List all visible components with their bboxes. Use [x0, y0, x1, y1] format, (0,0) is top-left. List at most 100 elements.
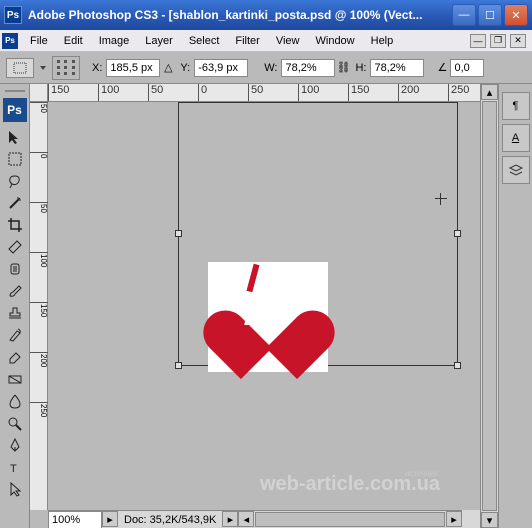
- vertical-scrollbar[interactable]: ▴ ▾: [480, 84, 498, 528]
- right-panels-dock: ¶ A: [498, 84, 532, 528]
- transform-handle-bottom-left[interactable]: [175, 362, 182, 369]
- angle-icon: ∠: [434, 60, 450, 76]
- menu-select[interactable]: Select: [181, 32, 228, 50]
- minimize-button[interactable]: —: [452, 4, 476, 26]
- triangle-icon[interactable]: △: [160, 60, 176, 76]
- title-bar: Ps Adobe Photoshop CS3 - [shablon_kartin…: [0, 0, 532, 30]
- blur-tool[interactable]: [3, 390, 27, 412]
- magic-wand-tool[interactable]: [3, 192, 27, 214]
- menu-window[interactable]: Window: [308, 32, 363, 50]
- panel-grip-icon[interactable]: [0, 88, 29, 94]
- close-button[interactable]: ✕: [504, 4, 528, 26]
- scroll-left-icon[interactable]: ◂: [238, 511, 254, 527]
- zoom-dropdown-icon[interactable]: ▸: [102, 511, 118, 527]
- scroll-right-icon[interactable]: ▸: [446, 511, 462, 527]
- options-bar: X: △ Y: W: ⛓ H: ∠: [0, 52, 532, 84]
- dropdown-icon[interactable]: [40, 66, 46, 70]
- canvas[interactable]: LOVE источник: web-article.com.ua: [48, 102, 480, 510]
- ruler-tick: 250: [30, 402, 48, 417]
- menu-edit[interactable]: Edit: [56, 32, 91, 50]
- love-text: LOVE: [244, 312, 289, 329]
- ruler-tick: 100: [30, 252, 48, 267]
- y-input[interactable]: [194, 59, 248, 77]
- character-panel-button[interactable]: ¶: [502, 92, 530, 120]
- tools-panel: Ps T: [0, 84, 30, 528]
- scroll-down-icon[interactable]: ▾: [481, 512, 498, 528]
- horizontal-ruler[interactable]: 150 100 50 0 50 100 150 200 250: [48, 84, 480, 102]
- maximize-button[interactable]: ☐: [478, 4, 502, 26]
- transform-center-icon[interactable]: [435, 193, 447, 205]
- type-tool[interactable]: T: [3, 456, 27, 478]
- x-label: X:: [92, 62, 102, 74]
- svg-text:T: T: [10, 463, 17, 475]
- menu-layer[interactable]: Layer: [137, 32, 181, 50]
- angle-input[interactable]: [450, 59, 484, 77]
- ruler-tick: 150: [48, 84, 69, 102]
- ruler-tick: 250: [448, 84, 469, 102]
- paragraph-panel-button[interactable]: A: [502, 124, 530, 152]
- history-brush-tool[interactable]: [3, 324, 27, 346]
- app-icon: Ps: [4, 6, 22, 24]
- slice-tool[interactable]: [3, 236, 27, 258]
- transform-handle-left[interactable]: [175, 230, 182, 237]
- menu-help[interactable]: Help: [363, 32, 402, 50]
- h-input[interactable]: [370, 59, 424, 77]
- ruler-tick: 200: [30, 352, 48, 367]
- menu-filter[interactable]: Filter: [227, 32, 267, 50]
- window-title: Adobe Photoshop CS3 - [shablon_kartinki_…: [28, 8, 450, 22]
- scroll-thumb-h[interactable]: [255, 512, 445, 527]
- scroll-thumb-v[interactable]: [482, 101, 497, 511]
- menu-file[interactable]: File: [22, 32, 56, 50]
- path-select-tool[interactable]: [3, 478, 27, 500]
- doc-close-button[interactable]: ✕: [510, 34, 526, 48]
- ruler-tick: 150: [348, 84, 369, 102]
- dodge-tool[interactable]: [3, 412, 27, 434]
- vertical-ruler[interactable]: 50 0 50 100 150 200 250: [30, 102, 48, 510]
- healing-brush-tool[interactable]: [3, 258, 27, 280]
- horizontal-scrollbar[interactable]: ▸ Doc: 35,2K/543,9K ▸ ◂ ▸: [48, 510, 462, 528]
- ps-menu-icon[interactable]: Ps: [2, 33, 18, 49]
- menu-image[interactable]: Image: [91, 32, 138, 50]
- marquee-tool[interactable]: [3, 148, 27, 170]
- w-label: W:: [264, 62, 277, 74]
- watermark-url: web-article.com.ua: [260, 473, 440, 496]
- doc-minimize-button[interactable]: —: [470, 34, 486, 48]
- transform-handle-right[interactable]: [454, 230, 461, 237]
- heart-graphic: LOVE: [228, 282, 308, 352]
- move-tool[interactable]: [3, 126, 27, 148]
- ruler-tick: 50: [30, 202, 48, 213]
- stamp-tool[interactable]: [3, 302, 27, 324]
- ruler-tick: 50: [30, 102, 48, 113]
- layer-image[interactable]: LOVE: [208, 262, 328, 372]
- eraser-tool[interactable]: [3, 346, 27, 368]
- reference-point-icon[interactable]: [52, 56, 80, 80]
- info-dropdown-icon[interactable]: ▸: [222, 511, 238, 527]
- document-info[interactable]: Doc: 35,2K/543,9K: [118, 511, 222, 528]
- watermark-source: источник:: [405, 469, 440, 478]
- crop-tool[interactable]: [3, 214, 27, 236]
- transform-handle-bottom-right[interactable]: [454, 362, 461, 369]
- scroll-up-icon[interactable]: ▴: [481, 84, 498, 100]
- x-input[interactable]: [106, 59, 160, 77]
- ruler-tick: 0: [198, 84, 207, 102]
- lasso-tool[interactable]: [3, 170, 27, 192]
- ps-logo-icon: Ps: [3, 98, 27, 122]
- canvas-area: 150 100 50 0 50 100 150 200 250 50 0 50 …: [30, 84, 480, 528]
- gradient-tool[interactable]: [3, 368, 27, 390]
- menu-view[interactable]: View: [268, 32, 308, 50]
- pen-tool[interactable]: [3, 434, 27, 456]
- link-icon[interactable]: ⛓: [335, 60, 351, 76]
- ruler-origin[interactable]: [30, 84, 48, 102]
- ruler-tick: 100: [298, 84, 319, 102]
- ruler-tick: 0: [30, 152, 48, 158]
- ruler-tick: 50: [148, 84, 163, 102]
- menu-bar: Ps File Edit Image Layer Select Filter V…: [0, 30, 532, 52]
- scroll-corner: [462, 510, 480, 528]
- layers-panel-button[interactable]: [502, 156, 530, 184]
- zoom-input[interactable]: [48, 511, 102, 528]
- y-label: Y:: [180, 62, 190, 74]
- brush-tool[interactable]: [3, 280, 27, 302]
- tool-preset-picker[interactable]: [6, 58, 34, 78]
- w-input[interactable]: [281, 59, 335, 77]
- doc-restore-button[interactable]: ❐: [490, 34, 506, 48]
